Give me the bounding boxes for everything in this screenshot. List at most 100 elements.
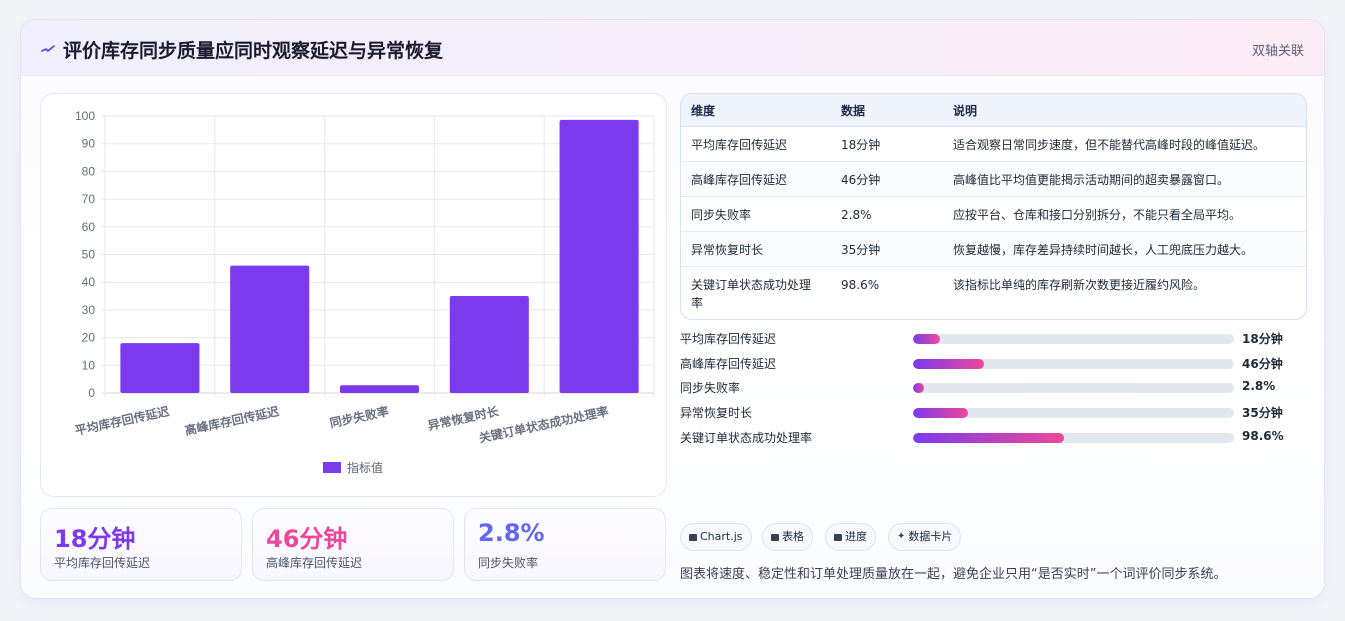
bar [449,296,529,393]
progress-value: 46分钟 [1242,357,1283,371]
legend-swatch [323,462,341,473]
bar [230,265,310,393]
chip-progress[interactable]: 进度 [825,523,876,551]
y-tick-label: 40 [82,275,96,289]
progress-fill [913,433,1064,443]
bar [120,343,200,393]
y-tick-label: 20 [82,331,96,345]
table-cell: 高峰库存回传延迟 [691,173,788,187]
table-cell: 平均库存回传延迟 [691,138,788,152]
kpi-card-avg-delay: 18分钟 平均库存回传延迟 [40,508,242,581]
y-tick-label: 70 [82,192,96,206]
progress-value: 2.8% [1242,379,1276,393]
chip-data-card[interactable]: ✦ 数据卡片 [888,523,962,551]
progress-row: 高峰库存回传延迟 46分钟 [680,354,1307,374]
table-cell: 关键订单状态成功处理率 [691,278,812,310]
table-cell: 应按平台、仓库和接口分别拆分，不能只看全局平均。 [953,208,1242,222]
page-title: 评价库存同步质量应同时观察延迟与异常恢复 [63,40,444,62]
progress-label: 异常恢复时长 [680,406,753,420]
table-cell: 2.8% [841,208,872,222]
main-card: 评价库存同步质量应同时观察延迟与异常恢复 双轴关联 0 10 20 30 40 50 60 7… [20,19,1325,599]
chip-label: Chart.js [700,530,743,543]
chip-label: 表格 [782,530,804,543]
chart-bars [120,119,639,394]
legend-label: 指标值 [347,460,383,475]
progress-label: 高峰库存回传延迟 [680,357,777,371]
sparkle-icon: ✦ [897,531,906,542]
progress-fill [913,383,925,393]
progress-track [913,433,1234,443]
x-tick-label: 同步失败率 [328,403,390,430]
kpi-label: 同步失败率 [478,556,539,570]
progress-track [913,383,1234,393]
y-tick-label: 100 [75,109,95,123]
table-cell: 同步失败率 [691,208,752,222]
kpi-label: 平均库存回传延迟 [54,556,151,570]
x-tick-label: 平均库存回传延迟 [73,403,170,438]
bar-chart: 0 10 20 30 40 50 60 70 80 90 100 平均库存回传延迟 高峰库存回传延迟 同步… [73,109,655,475]
progress-track [913,334,1234,344]
chip-chartjs[interactable]: Chart.js [680,523,752,551]
table-cell: 该指标比单纯的库存刷新次数更接近履约风险。 [953,278,1206,292]
y-tick-label: 60 [82,220,96,234]
table-header-row: 维度 数据 说明 [681,94,1306,127]
progress-icon [834,533,842,541]
table-row: 高峰库存回传延迟 46分钟 高峰值比平均值更能揭示活动期间的超卖暴露窗口。 [681,162,1306,197]
kpi-value: 46分钟 [266,525,348,553]
progress-track [913,408,1234,418]
progress-label: 同步失败率 [680,381,741,395]
chart-legend[interactable]: 指标值 [323,460,383,475]
kpi-card-failure-rate: 2.8% 同步失败率 [464,508,666,581]
progress-row: 异常恢复时长 35分钟 [680,403,1307,423]
table-cell: 恢复越慢，库存差异持续时间越长，人工兜底压力越大。 [953,243,1254,257]
footnote: 图表将速度、稳定性和订单处理质量放在一起，避免企业只用“是否实时”一个词评价同步… [680,567,1227,582]
chip-label: 进度 [845,530,867,543]
progress-label: 关键订单状态成功处理率 [680,431,813,445]
table-header-cell: 说明 [953,104,978,118]
kpi-value: 2.8% [478,519,545,547]
progress-fill [913,408,968,418]
kpi-label: 高峰库存回传延迟 [266,556,363,570]
progress-track [913,359,1234,369]
table-header-cell: 维度 [691,104,716,118]
chart-icon [689,533,697,541]
bar [559,119,639,394]
table-cell: 异常恢复时长 [691,243,764,257]
table-header-cell: 数据 [841,104,866,118]
table-row: 关键订单状态成功处理率 98.6% 该指标比单纯的库存刷新次数更接近履约风险。 [681,267,1306,319]
y-tick-label: 90 [82,137,96,151]
table-cell: 适合观察日常同步速度，但不能替代高峰时段的峰值延迟。 [953,138,1266,152]
table-cell: 18分钟 [841,138,881,152]
chip-table[interactable]: 表格 [762,523,813,551]
progress-row: 同步失败率 2.8% [680,378,1307,398]
header-tag: 双轴关联 [1251,44,1304,59]
progress-row: 平均库存回传延迟 18分钟 [680,329,1307,349]
progress-label: 平均库存回传延迟 [680,332,777,346]
progress-value: 98.6% [1242,429,1284,443]
kpi-card-peak-delay: 46分钟 高峰库存回传延迟 [252,508,454,581]
card-header: 评价库存同步质量应同时观察延迟与异常恢复 双轴关联 [21,20,1324,76]
chart-labels: 0 10 20 30 40 50 60 70 80 90 100 平均库存回传延迟 高峰库存回传延迟 同步… [73,109,609,445]
progress-fill [913,359,984,369]
progress-fill [913,334,941,344]
y-tick-label: 30 [82,303,96,317]
x-tick-label: 高峰库存回传延迟 [183,403,280,438]
table-row: 平均库存回传延迟 18分钟 适合观察日常同步速度，但不能替代高峰时段的峰值延迟。 [681,127,1306,162]
table-cell: 35分钟 [841,243,881,257]
table-row: 异常恢复时长 35分钟 恢复越慢，库存差异持续时间越长，人工兜底压力越大。 [681,232,1306,267]
table-row: 同步失败率 2.8% 应按平台、仓库和接口分别拆分，不能只看全局平均。 [681,197,1306,232]
y-tick-label: 50 [82,248,96,262]
table-cell: 46分钟 [841,173,881,187]
kpi-value: 18分钟 [54,525,136,553]
bar [339,385,420,393]
progress-value: 18分钟 [1242,332,1283,346]
table-icon [771,533,779,541]
bar-chart-panel: 0 10 20 30 40 50 60 70 80 90 100 平均库存回传延迟 高峰库存回传延迟 同步… [40,93,667,497]
table-cell: 98.6% [841,278,880,292]
y-tick-label: 80 [82,164,96,178]
data-table: 维度 数据 说明 平均库存回传延迟 18分钟 适合观察日常同步速度，但不能替代高… [680,93,1307,320]
pulse-icon [41,45,55,52]
progress-value: 35分钟 [1242,406,1283,420]
progress-row: 关键订单状态成功处理率 98.6% [680,428,1307,448]
y-tick-label: 10 [82,358,96,372]
